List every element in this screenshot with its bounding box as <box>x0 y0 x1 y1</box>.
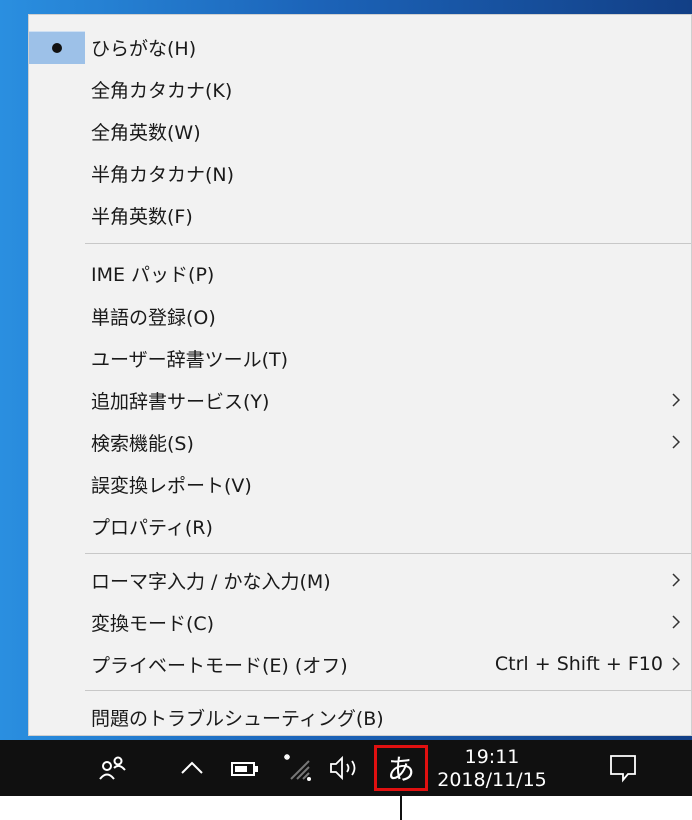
menu-item-label: ユーザー辞書ツール(T) <box>91 348 289 371</box>
clock[interactable]: 19:11 2018/11/15 <box>436 746 548 792</box>
menu-item-fullwidth-katakana[interactable]: 全角カタカナ(K) <box>29 69 691 109</box>
ime-mode-indicator[interactable]: あ <box>374 745 428 791</box>
menu-item-label: ローマ字入力 / かな入力(M) <box>91 570 331 593</box>
menu-item-label: 誤変換レポート(V) <box>91 474 252 497</box>
menu-item-word-registration[interactable]: 単語の登録(O) <box>29 296 691 336</box>
menu-item-private-mode[interactable]: プライベートモード(E) (オフ) Ctrl + Shift + F10 <box>29 644 691 684</box>
menu-item-label: 検索機能(S) <box>91 432 194 455</box>
bullet-icon <box>52 43 62 53</box>
battery-icon[interactable] <box>228 758 262 780</box>
menu-item-hiragana[interactable]: ひらがな(H) <box>29 27 691 67</box>
chevron-right-icon <box>671 572 681 588</box>
menu-item-search-function[interactable]: 検索機能(S) <box>29 422 691 462</box>
menu-item-ime-pad[interactable]: IME パッド(P) <box>29 253 691 293</box>
menu-item-label: 問題のトラブルシューティング(B) <box>91 707 384 730</box>
people-icon[interactable] <box>96 754 130 782</box>
menu-item-misconversion-report[interactable]: 誤変換レポート(V) <box>29 464 691 504</box>
notification-icon[interactable] <box>606 752 640 784</box>
menu-item-halfwidth-alphanumeric[interactable]: 半角英数(F) <box>29 195 691 235</box>
menu-item-label: 追加辞書サービス(Y) <box>91 390 270 413</box>
volume-icon[interactable] <box>326 754 366 782</box>
menu-item-label: プライベートモード(E) (オフ) <box>91 654 348 677</box>
selected-indicator <box>29 31 85 64</box>
chevron-right-icon <box>671 434 681 450</box>
menu-item-label: 全角カタカナ(K) <box>91 79 233 102</box>
menu-item-label: 半角カタカナ(N) <box>91 163 235 186</box>
chevron-right-icon <box>671 614 681 630</box>
menu-item-label: プロパティ(R) <box>91 516 213 539</box>
chevron-right-icon <box>671 392 681 408</box>
menu-item-additional-dictionary[interactable]: 追加辞書サービス(Y) <box>29 380 691 420</box>
chevron-up-icon[interactable] <box>178 756 206 780</box>
menu-item-romaji-kana-input[interactable]: ローマ字入力 / かな入力(M) <box>29 560 691 600</box>
menu-item-label: 単語の登録(O) <box>91 306 216 329</box>
menu-item-label: 変換モード(C) <box>91 612 215 635</box>
menu-separator <box>85 243 691 244</box>
menu-item-halfwidth-katakana[interactable]: 半角カタカナ(N) <box>29 153 691 193</box>
taskbar: あ 19:11 2018/11/15 <box>0 740 692 796</box>
menu-item-fullwidth-alphanumeric[interactable]: 全角英数(W) <box>29 111 691 151</box>
menu-item-troubleshooting[interactable]: 問題のトラブルシューティング(B) <box>29 697 691 737</box>
clock-date: 2018/11/15 <box>437 769 547 791</box>
wifi-icon[interactable] <box>278 750 314 784</box>
clock-time: 19:11 <box>464 746 520 768</box>
menu-item-shortcut: Ctrl + Shift + F10 <box>494 653 663 675</box>
menu-item-properties[interactable]: プロパティ(R) <box>29 506 691 546</box>
chevron-right-icon <box>671 656 681 672</box>
menu-item-conversion-mode[interactable]: 変換モード(C) <box>29 602 691 642</box>
menu-item-label: IME パッド(P) <box>91 263 215 286</box>
callout-pointer-line <box>400 796 402 820</box>
menu-item-user-dictionary-tool[interactable]: ユーザー辞書ツール(T) <box>29 338 691 378</box>
menu-item-label: 全角英数(W) <box>91 121 201 144</box>
menu-item-label: 半角英数(F) <box>91 205 193 228</box>
ime-context-menu: ひらがな(H) 全角カタカナ(K) 全角英数(W) 半角カタカナ(N) 半角英数… <box>28 14 692 736</box>
menu-separator <box>85 553 691 554</box>
menu-separator <box>85 690 691 691</box>
menu-item-label: ひらがな(H) <box>91 37 197 60</box>
